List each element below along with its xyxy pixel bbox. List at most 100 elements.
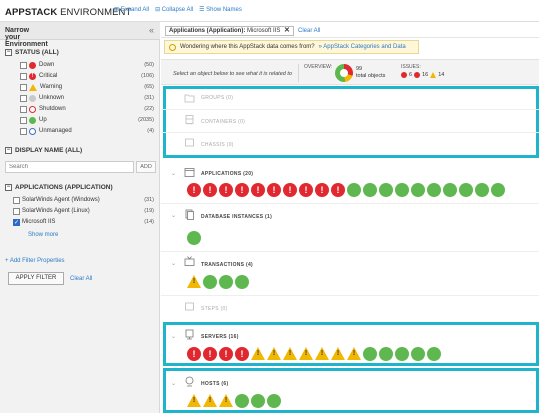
warning-status-tile[interactable] — [299, 347, 313, 360]
active-filter-chip[interactable]: Applications (Application): Microsoft II… — [165, 26, 294, 36]
up-status-tile[interactable] — [427, 183, 441, 197]
display-name-group-toggle[interactable]: − DISPLAY NAME (ALL) — [5, 147, 82, 154]
categories-data-link[interactable]: » AppStack Categories and Data — [319, 44, 406, 50]
app-item-linux-agent[interactable]: SolarWinds Agent (Linux) (19) — [13, 207, 154, 215]
chevron-down-icon[interactable]: ⌄ — [171, 260, 176, 267]
warning-count: 14 — [438, 72, 445, 78]
up-status-tile[interactable] — [411, 347, 425, 361]
up-status-tile[interactable] — [379, 347, 393, 361]
status-item-critical[interactable]: ! Critical (106) — [20, 72, 154, 80]
show-more-link[interactable]: Show more — [28, 232, 58, 238]
critical-status-tile[interactable] — [299, 183, 313, 197]
checkbox[interactable] — [20, 94, 27, 102]
up-status-tile[interactable] — [267, 394, 281, 408]
warning-status-tile[interactable] — [251, 347, 265, 360]
up-status-tile[interactable] — [187, 231, 201, 245]
collapse-all-link[interactable]: ⊟ Collapse All — [155, 6, 193, 13]
critical-status-tile[interactable] — [203, 183, 217, 197]
expand-all-link[interactable]: ⊞ Expand All — [114, 6, 149, 13]
up-status-tile[interactable] — [251, 394, 265, 408]
app-label: SolarWinds Agent (Linux) — [22, 208, 90, 214]
warning-status-tile[interactable] — [187, 275, 201, 288]
up-status-tile[interactable] — [427, 347, 441, 361]
chevron-down-icon[interactable]: ⌄ — [171, 333, 176, 340]
divider — [161, 251, 539, 252]
checkbox[interactable] — [13, 196, 20, 204]
checkbox[interactable] — [20, 61, 27, 69]
chevron-down-icon[interactable]: ⌄ — [171, 380, 176, 387]
up-status-tile[interactable] — [459, 183, 473, 197]
status-item-unknown[interactable]: Unknown (31) — [20, 94, 154, 102]
up-status-tile[interactable] — [363, 183, 377, 197]
checkbox[interactable] — [20, 116, 27, 124]
critical-status-tile[interactable] — [219, 347, 233, 361]
up-status-tile[interactable] — [491, 183, 505, 197]
remove-filter-icon[interactable]: ✕ — [284, 27, 290, 34]
status-item-warning[interactable]: Warning (65) — [20, 83, 154, 91]
up-status-tile[interactable] — [475, 183, 489, 197]
up-status-tile[interactable] — [347, 183, 361, 197]
checkbox[interactable] — [13, 207, 20, 215]
critical-status-tile[interactable] — [331, 183, 345, 197]
apply-filter-button[interactable]: APPLY FILTER — [8, 272, 64, 285]
up-status-tile[interactable] — [411, 183, 425, 197]
collapse-sidebar-icon[interactable]: « — [149, 25, 154, 35]
checkbox[interactable] — [20, 105, 27, 113]
app-item-microsoft-iis[interactable]: ✓ Microsoft IIS (14) — [13, 218, 154, 226]
up-status-tile[interactable] — [395, 347, 409, 361]
chevron-down-icon[interactable]: ⌄ — [171, 170, 176, 177]
active-filters-bar: Applications (Application): Microsoft II… — [161, 22, 539, 38]
checkbox-checked[interactable]: ✓ — [13, 218, 20, 226]
warning-status-tile[interactable] — [283, 347, 297, 360]
clear-all-filters-link[interactable]: Clear All — [70, 276, 92, 282]
status-count: (31) — [144, 95, 154, 101]
up-status-tile[interactable] — [219, 275, 233, 289]
add-display-name-button[interactable]: ADD — [136, 161, 156, 173]
warning-status-tile[interactable] — [267, 347, 281, 360]
critical-status-tile[interactable] — [203, 347, 217, 361]
status-item-shutdown[interactable]: Shutdown (22) — [20, 105, 154, 113]
critical-status-tile[interactable] — [235, 347, 249, 361]
up-status-tile[interactable] — [235, 275, 249, 289]
up-status-tile[interactable] — [379, 183, 393, 197]
status-item-up[interactable]: Up (2035) — [20, 116, 154, 124]
status-item-unmanaged[interactable]: Unmanaged (4) — [20, 127, 154, 135]
applications-tiles — [187, 183, 505, 197]
critical-status-tile[interactable] — [235, 183, 249, 197]
warning-status-tile[interactable] — [203, 394, 217, 407]
critical-status-tile[interactable] — [283, 183, 297, 197]
status-count: (2035) — [138, 117, 154, 123]
checkbox[interactable] — [20, 127, 27, 135]
critical-status-tile[interactable] — [267, 183, 281, 197]
status-item-down[interactable]: Down (50) — [20, 61, 154, 69]
critical-status-tile[interactable] — [187, 347, 201, 361]
filter-sidebar: Narrow your Environment « − STATUS (ALL)… — [0, 22, 160, 413]
container-icon — [185, 115, 194, 125]
checkbox[interactable] — [20, 83, 27, 91]
critical-status-tile[interactable] — [187, 183, 201, 197]
applications-group-toggle[interactable]: − APPLICATIONS (APPLICATION) — [5, 184, 113, 191]
app-item-windows-agent[interactable]: SolarWinds Agent (Windows) (31) — [13, 196, 154, 204]
up-status-tile[interactable] — [235, 394, 249, 408]
up-status-tile[interactable] — [443, 183, 457, 197]
warning-status-tile[interactable] — [187, 394, 201, 407]
warning-status-tile[interactable] — [347, 347, 361, 360]
status-label: Unmanaged — [39, 128, 72, 134]
warning-status-tile[interactable] — [331, 347, 345, 360]
show-names-link[interactable]: ☰ Show Names — [199, 6, 242, 13]
display-name-search-input[interactable] — [5, 161, 134, 173]
add-filter-properties-link[interactable]: + Add Filter Properties — [5, 258, 65, 264]
critical-status-tile[interactable] — [315, 183, 329, 197]
clear-all-link[interactable]: Clear All — [298, 28, 320, 34]
critical-status-tile[interactable] — [219, 183, 233, 197]
up-status-tile[interactable] — [395, 183, 409, 197]
chevron-down-icon[interactable]: ⌄ — [171, 212, 176, 219]
warning-status-tile[interactable] — [315, 347, 329, 360]
status-group-toggle[interactable]: − STATUS (ALL) — [5, 49, 59, 56]
up-status-tile[interactable] — [363, 347, 377, 361]
checkbox[interactable] — [20, 72, 27, 80]
warning-status-tile[interactable] — [219, 394, 233, 407]
overview-label: OVERVIEW: — [304, 64, 333, 70]
up-status-tile[interactable] — [203, 275, 217, 289]
critical-status-tile[interactable] — [251, 183, 265, 197]
